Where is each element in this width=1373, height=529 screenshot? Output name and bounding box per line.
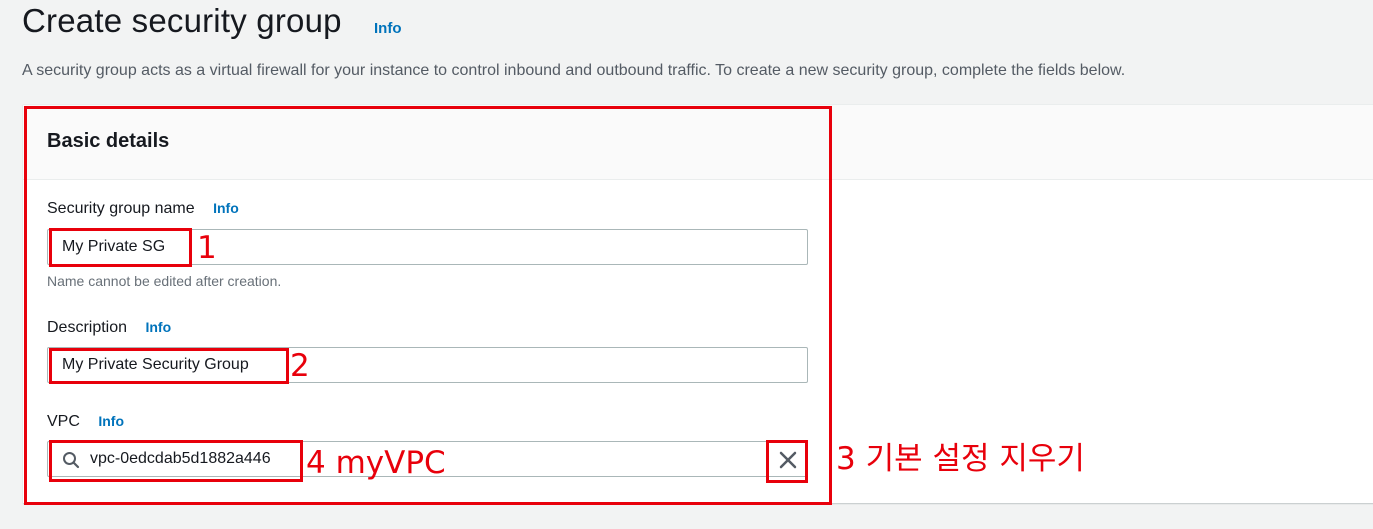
security-group-name-label: Security group name Info — [47, 200, 239, 218]
description-input[interactable]: My Private Security Group — [47, 347, 808, 383]
annotation-label-3: 3 기본 설정 지우기 — [836, 441, 1085, 477]
page-title: Create security group — [22, 2, 342, 39]
search-icon — [63, 452, 80, 469]
vpc-label: VPC Info — [47, 413, 124, 431]
page-description: A security group acts as a virtual firew… — [22, 62, 1126, 79]
security-group-name-value: My Private SG — [62, 238, 166, 255]
description-info-link[interactable]: Info — [145, 319, 171, 335]
vpc-value: vpc-0edcdab5d1882a446 — [90, 450, 271, 467]
panel-title: Basic details — [47, 130, 170, 152]
title-info-link[interactable]: Info — [374, 20, 402, 37]
close-icon[interactable] — [777, 449, 799, 471]
panel-header: Basic details — [23, 105, 1373, 180]
annotation-label-1: 1 — [197, 230, 217, 266]
vpc-info-link[interactable]: Info — [98, 413, 124, 429]
description-label-text: Description — [47, 319, 128, 336]
description-label: Description Info — [47, 319, 171, 337]
annotation-label-4: 4 myVPC — [306, 445, 446, 481]
security-group-name-info-link[interactable]: Info — [213, 200, 239, 216]
annotation-label-2: 2 — [290, 348, 310, 384]
security-group-name-input[interactable]: My Private SG — [47, 229, 808, 265]
description-value: My Private Security Group — [62, 356, 249, 373]
security-group-name-hint: Name cannot be edited after creation. — [47, 273, 282, 289]
vpc-label-text: VPC — [47, 413, 80, 430]
security-group-name-label-text: Security group name — [47, 200, 195, 217]
